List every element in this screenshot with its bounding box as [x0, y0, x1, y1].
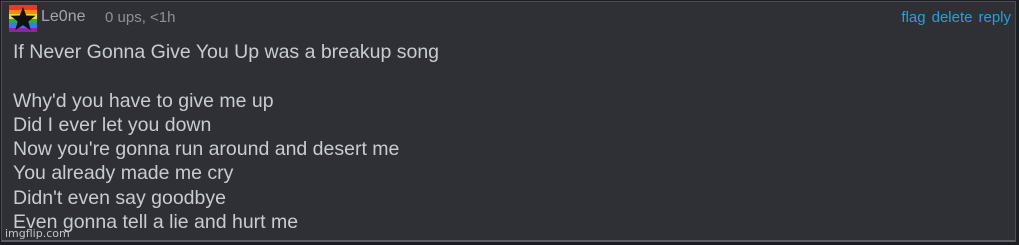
username-link[interactable]: Le0ne: [41, 8, 86, 26]
comment-card: Le0ne 0 ups, <1h flag delete reply If Ne…: [1, 1, 1016, 242]
flag-link[interactable]: flag: [901, 9, 925, 26]
comment-line: Even gonna tell a lie and hurt me: [13, 211, 299, 234]
comment-actions: flag delete reply: [901, 9, 1011, 26]
comment-line: Didn't even say goodbye: [13, 186, 226, 209]
user-avatar[interactable]: [9, 5, 37, 32]
comment-line: Why'd you have to give me up: [13, 89, 274, 112]
reply-link[interactable]: reply: [978, 9, 1011, 26]
comment-header: Le0ne 0 ups, <1h flag delete reply: [2, 2, 1015, 34]
delete-link[interactable]: delete: [932, 9, 973, 26]
imgflip-watermark: imgflip.com: [5, 227, 70, 240]
comment-body: If Never Gonna Give You Up was a breakup…: [13, 40, 1005, 234]
comment-line: Now you're gonna run around and desert m…: [13, 138, 400, 161]
comment-meta: 0 ups, <1h: [105, 9, 176, 26]
comment-line: If Never Gonna Give You Up was a breakup…: [13, 41, 440, 63]
star-icon: [10, 7, 36, 31]
comment-line: [13, 64, 1005, 88]
comment-line: You already made me cry: [13, 162, 234, 185]
comment-line: Did I ever let you down: [13, 113, 212, 136]
